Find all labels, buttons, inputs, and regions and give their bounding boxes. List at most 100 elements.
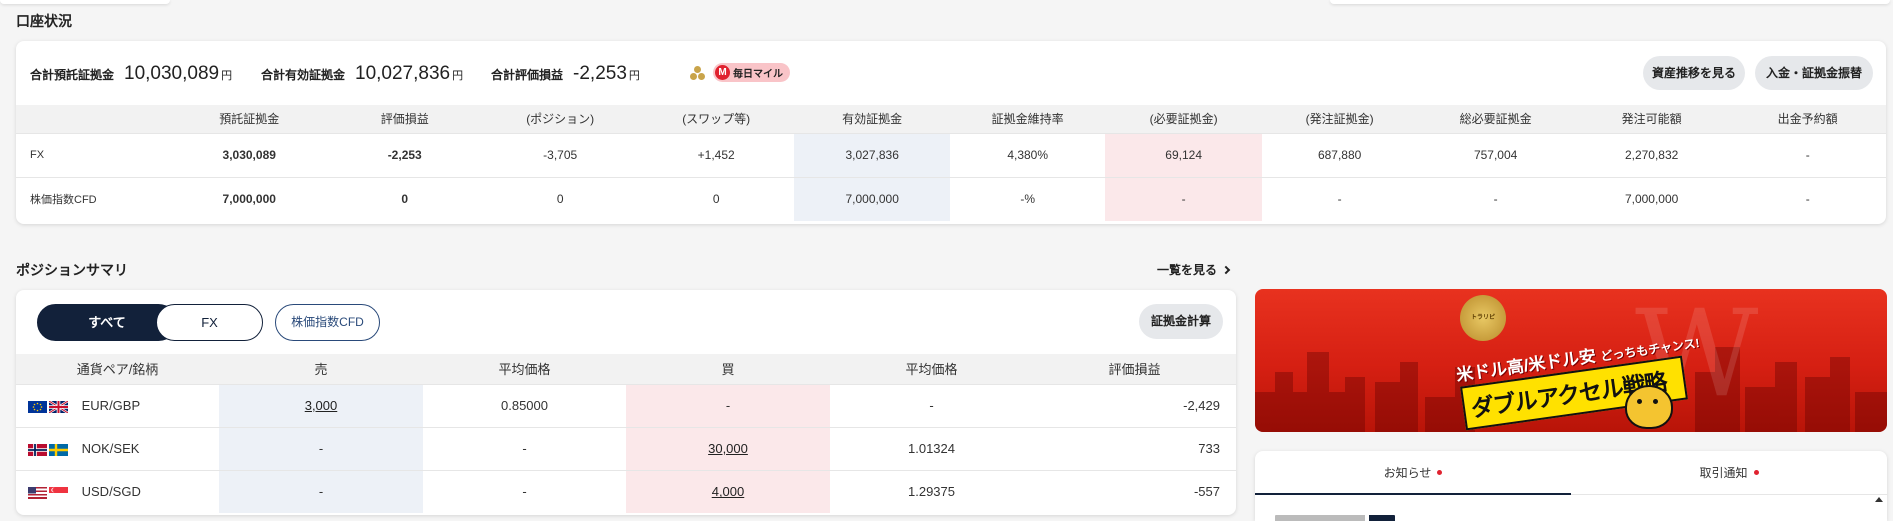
banner-medal-text: トラリピ [1470, 315, 1495, 321]
column-header: 評価損益 [326, 105, 483, 133]
row-label: 株価指数CFD [16, 176, 172, 221]
position-table: 通貨ペア/銘柄 売 平均価格 買 平均価格 評価損益 EUR/GBP 3,000… [16, 354, 1236, 513]
total-pl-metric: 合計評価損益 -2,253 円 [491, 63, 640, 85]
pair-name: USD/SGD [81, 484, 141, 500]
pair-cell: USD/SGD [16, 469, 219, 513]
buy-avg-cell: - [830, 383, 1033, 427]
table-cell: +1,452 [637, 132, 795, 177]
sell-cell: - [219, 469, 423, 513]
promo-banner[interactable]: W トラリピ 米ドル高/米ドル安 どっちもチャンス! ダブルアクセル戦略 [1255, 289, 1887, 432]
column-header: 総必要証拠金 [1417, 105, 1574, 133]
buy-cell: 4,000 [626, 469, 830, 513]
position-summary-card: すべて FX 株価指数CFD 証拠金計算 通貨ペア/銘柄 売 平均価格 買 平均… [16, 290, 1236, 515]
table-cell: 3,030,089 [171, 132, 327, 177]
row-label: FX [16, 132, 172, 177]
filter-cfd-button[interactable]: 株価指数CFD [275, 304, 380, 341]
table-cell: 4,380% [949, 132, 1106, 177]
view-all-label: 一覧を見る [1157, 263, 1218, 277]
pl-cell: 733 [1033, 426, 1236, 470]
table-cell: -2,253 [326, 132, 483, 177]
total-deposit-label: 合計預託証拠金 [30, 68, 115, 82]
pair-name: EUR/GBP [81, 398, 141, 413]
column-header: 平均価格 [830, 354, 1033, 384]
asset-history-button[interactable]: 資産推移を見る [1643, 56, 1745, 90]
banner-mascot-icon [1625, 385, 1673, 429]
buy-cell: - [626, 383, 830, 427]
unread-dot-icon [1437, 470, 1443, 475]
total-pl-value: -2,253 [573, 63, 627, 84]
column-header: 評価損益 [1033, 354, 1236, 384]
mileage-m-icon: M [715, 65, 730, 80]
table-cell: 0 [482, 176, 638, 221]
account-table-header-row: 預託証拠金 評価損益 (ポジション) (スワップ等) 有効証拠金 証拠金維持率 … [16, 105, 1886, 133]
banner-medal-icon: トラリピ [1460, 295, 1506, 341]
column-header: 通貨ペア/銘柄 [16, 354, 219, 384]
scroll-up-icon[interactable] [1875, 497, 1883, 517]
table-cell: 687,880 [1261, 132, 1418, 177]
top-card-edge-right [1330, 0, 1890, 4]
total-effective-value: 10,027,836 [355, 63, 451, 84]
buy-quantity-link[interactable]: 30,000 [708, 441, 748, 456]
pair-cell: NOK/SEK [16, 426, 219, 470]
table-row: FX 3,030,089 -2,253 -3,705 +1,452 3,027,… [16, 132, 1886, 177]
buy-cell: 30,000 [626, 426, 830, 470]
unread-dot-icon [1753, 470, 1759, 475]
column-header: 売 [219, 354, 423, 384]
yen-unit: 円 [452, 70, 464, 82]
table-cell: 0 [637, 176, 795, 221]
pair-cell: EUR/GBP [16, 383, 219, 427]
sell-avg-cell: 0.85000 [423, 383, 626, 427]
mileage-indicator[interactable]: M 毎日マイル [690, 63, 790, 82]
uk-flag-icon [49, 400, 68, 413]
account-status-card: 合計預託証拠金 10,030,089 円 合計有効証拠金 10,027,836 … [16, 41, 1886, 224]
margin-calc-button[interactable]: 証拠金計算 [1139, 304, 1223, 339]
filter-fx-button[interactable]: FX [156, 304, 263, 341]
tab-notice[interactable]: お知らせ [1255, 451, 1571, 495]
pl-cell: -557 [1033, 469, 1236, 513]
total-effective-label: 合計有効証拠金 [261, 68, 346, 82]
column-header: 発注可能額 [1573, 105, 1730, 133]
eu-flag-icon [28, 400, 47, 413]
buy-quantity-link[interactable]: 4,000 [712, 484, 745, 499]
table-cell: - [1105, 176, 1262, 221]
table-cell: 2,270,832 [1573, 132, 1730, 177]
yen-unit: 円 [628, 70, 640, 82]
column-header: (ポジション) [482, 105, 638, 133]
chevron-right-icon [1221, 265, 1231, 274]
table-row: EUR/GBP 3,000 0.85000 - - -2,429 [16, 383, 1236, 427]
column-header: 有効証拠金 [794, 105, 950, 133]
mileage-badge: M 毎日マイル [713, 63, 790, 82]
top-card-edge-left [0, 0, 170, 4]
column-header [16, 105, 172, 133]
column-header: 預託証拠金 [171, 105, 327, 133]
sell-avg-cell: - [423, 426, 626, 470]
buy-avg-cell: 1.29375 [830, 469, 1033, 513]
table-cell: - [1729, 176, 1886, 221]
table-cell: - [1417, 176, 1574, 221]
news-card: お知らせ 取引通知 [1255, 451, 1887, 521]
column-header: 出金予約額 [1729, 105, 1886, 133]
table-cell: 7,000,000 [1573, 176, 1730, 221]
column-header: (スワップ等) [637, 105, 795, 133]
account-margin-table: 預託証拠金 評価損益 (ポジション) (スワップ等) 有効証拠金 証拠金維持率 … [16, 105, 1886, 221]
pl-cell: -2,429 [1033, 383, 1236, 427]
column-header: 証拠金維持率 [949, 105, 1106, 133]
us-flag-icon [28, 486, 47, 499]
tab-trade-notice[interactable]: 取引通知 [1571, 451, 1887, 495]
table-cell: - [1729, 132, 1886, 177]
tab-trade-label: 取引通知 [1699, 466, 1748, 480]
view-all-link[interactable]: 一覧を見る [1157, 261, 1231, 278]
column-header: (必要証拠金) [1105, 105, 1262, 133]
table-cell: 0 [326, 176, 483, 221]
sell-quantity-link[interactable]: 3,000 [305, 398, 338, 413]
total-pl-label: 合計評価損益 [491, 68, 564, 82]
table-cell: -3,705 [482, 132, 638, 177]
position-summary-title: ポジションサマリ [16, 262, 128, 278]
table-cell: 757,004 [1417, 132, 1574, 177]
sell-cell: - [219, 426, 423, 470]
deposit-transfer-button[interactable]: 入金・証拠金振替 [1755, 56, 1873, 90]
singapore-flag-icon [49, 486, 68, 499]
position-table-header-row: 通貨ペア/銘柄 売 平均価格 買 平均価格 評価損益 [16, 354, 1236, 384]
table-cell: 69,124 [1105, 132, 1262, 177]
account-summary-header: 合計預託証拠金 10,030,089 円 合計有効証拠金 10,027,836 … [16, 41, 1886, 105]
